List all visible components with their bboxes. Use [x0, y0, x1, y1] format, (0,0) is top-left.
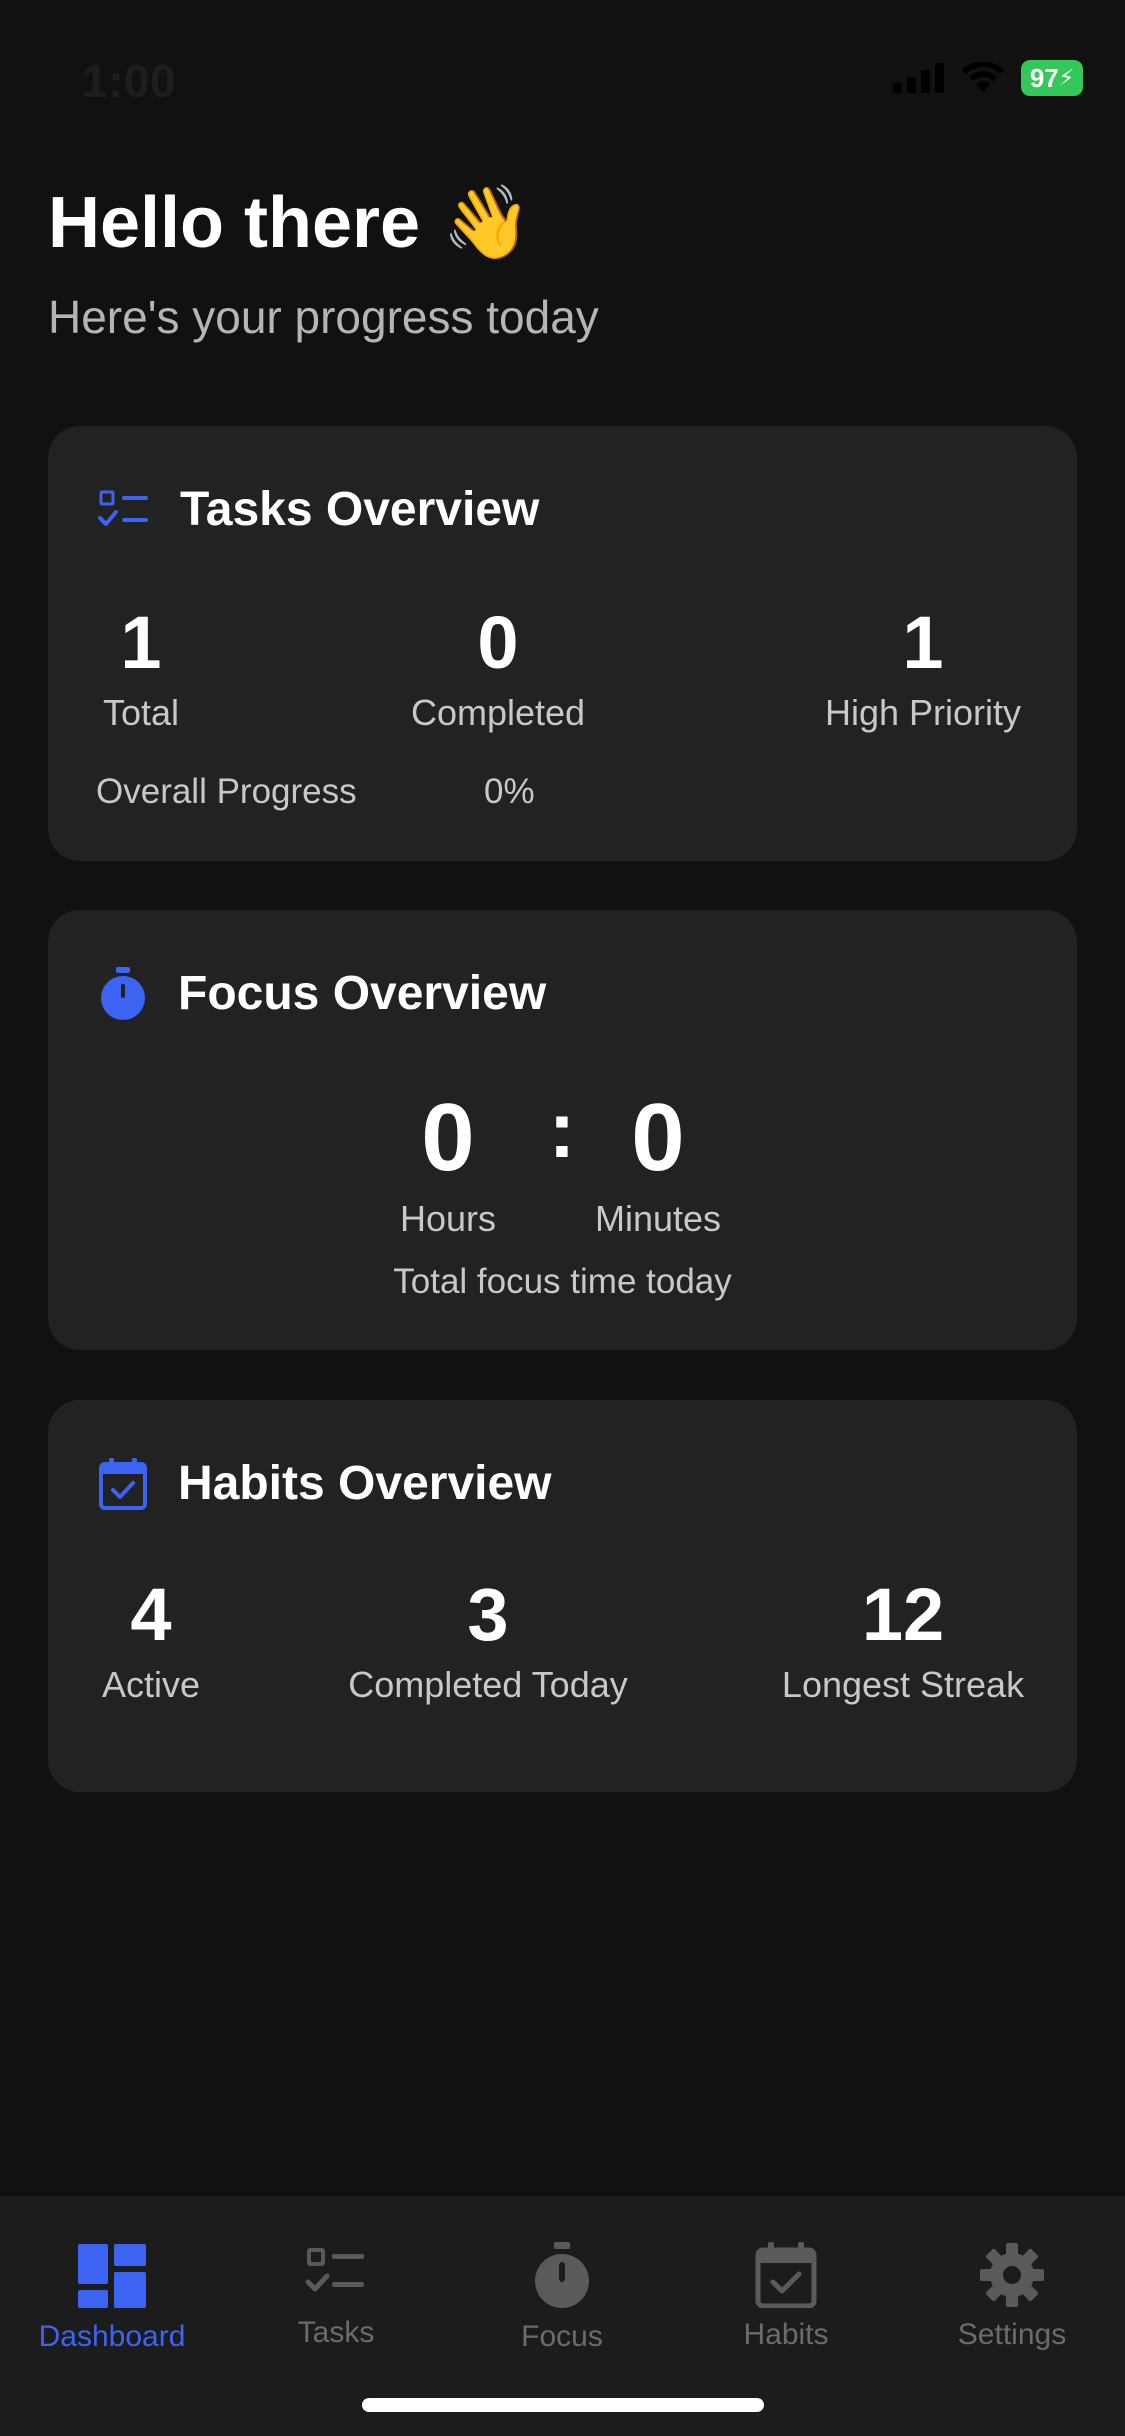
status-indicators: 97 ⚡: [893, 60, 1083, 96]
focus-card-title: Focus Overview: [178, 967, 547, 1020]
tasks-completed-value: 0: [477, 601, 519, 684]
waving-hand-emoji: 👋: [442, 183, 532, 263]
stopwatch-icon: [535, 2242, 589, 2308]
home-indicator[interactable]: [362, 2398, 764, 2412]
overall-progress-value: 0%: [484, 772, 535, 811]
status-bar: 1:00 97 ⚡: [0, 0, 1125, 150]
tasks-icon: [305, 2248, 364, 2292]
tab-focus[interactable]: Focus: [462, 2242, 662, 2354]
tasks-completed-label: Completed: [410, 692, 586, 733]
tab-settings[interactable]: Settings: [912, 2242, 1112, 2352]
status-time: 1:00: [82, 55, 177, 107]
wifi-icon: [962, 62, 1004, 92]
focus-caption: Total focus time today: [393, 1262, 732, 1301]
tab-habits-label: Habits: [743, 2318, 829, 2351]
dashboard-icon: [78, 2244, 146, 2308]
tab-dashboard-label: Dashboard: [38, 2320, 186, 2353]
focus-minutes-value: 0: [631, 1084, 685, 1191]
tasks-high-priority-label: High Priority: [824, 692, 1022, 733]
habits-completed-today-label: Completed Today: [348, 1664, 628, 1705]
tab-tasks[interactable]: Tasks: [236, 2242, 436, 2350]
tab-tasks-label: Tasks: [297, 2316, 375, 2349]
tab-focus-label: Focus: [521, 2320, 603, 2353]
habits-active-label: Active: [101, 1664, 201, 1705]
tasks-overview-card[interactable]: Tasks Overview 1 Total 0 Completed 1 Hig…: [48, 426, 1077, 861]
focus-overview-card[interactable]: Focus Overview 0 Hours : 0 Minutes Total…: [48, 910, 1077, 1350]
tab-dashboard[interactable]: Dashboard: [12, 2242, 212, 2354]
battery-level: 97: [1029, 62, 1059, 93]
habits-active-stat: 4 Active: [96, 1578, 206, 1706]
gear-icon: [980, 2243, 1044, 2307]
tasks-total-label: Total: [102, 692, 180, 733]
habits-longest-streak-value: 12: [861, 1573, 945, 1656]
focus-card-header: Focus Overview: [98, 966, 546, 1021]
tasks-card-title: Tasks Overview: [180, 483, 540, 536]
habits-completed-today-value: 3: [467, 1573, 509, 1656]
tasks-high-priority-stat: 1 High Priority: [808, 606, 1038, 734]
habits-completed-today-stat: 3 Completed Today: [328, 1578, 648, 1706]
tasks-card-header: Tasks Overview: [98, 482, 539, 537]
tasks-high-priority-value: 1: [902, 601, 944, 684]
charging-bolt-icon: ⚡: [1058, 65, 1075, 90]
focus-hours-label: Hours: [399, 1198, 497, 1239]
habits-card-title: Habits Overview: [178, 1457, 552, 1510]
focus-hours-stat: 0 Hours: [388, 1090, 508, 1240]
stopwatch-icon: [101, 966, 145, 1020]
focus-minutes-label: Minutes: [594, 1198, 722, 1239]
tasks-list-icon: [98, 490, 148, 526]
dashboard-screen: 1:00 97 ⚡ Hello there 👋 Here's your progr…: [0, 0, 1125, 2436]
tasks-completed-stat: 0 Completed: [398, 606, 598, 734]
signal-icon: [893, 63, 944, 93]
greeting-text: Hello there: [48, 182, 421, 263]
habits-longest-streak-label: Longest Streak: [781, 1664, 1025, 1705]
habits-longest-streak-stat: 12 Longest Streak: [768, 1578, 1038, 1706]
habits-overview-card[interactable]: Habits Overview 4 Active 3 Completed Tod…: [48, 1400, 1077, 1792]
tab-habits[interactable]: Habits: [686, 2242, 886, 2352]
calendar-check-icon: [755, 2242, 817, 2308]
calendar-check-icon: [99, 1457, 147, 1510]
overall-progress-label: Overall Progress: [96, 772, 357, 811]
habits-active-value: 4: [130, 1573, 172, 1656]
habits-card-header: Habits Overview: [98, 1456, 552, 1511]
greeting-title: Hello there 👋: [48, 180, 532, 265]
tab-settings-label: Settings: [957, 2318, 1067, 2351]
focus-hours-value: 0: [421, 1084, 475, 1191]
focus-minutes-stat: 0 Minutes: [578, 1090, 738, 1240]
battery-indicator: 97 ⚡: [1021, 60, 1083, 96]
tasks-total-stat: 1 Total: [96, 606, 186, 734]
greeting-subtitle: Here's your progress today: [48, 291, 599, 343]
tasks-total-value: 1: [120, 601, 162, 684]
